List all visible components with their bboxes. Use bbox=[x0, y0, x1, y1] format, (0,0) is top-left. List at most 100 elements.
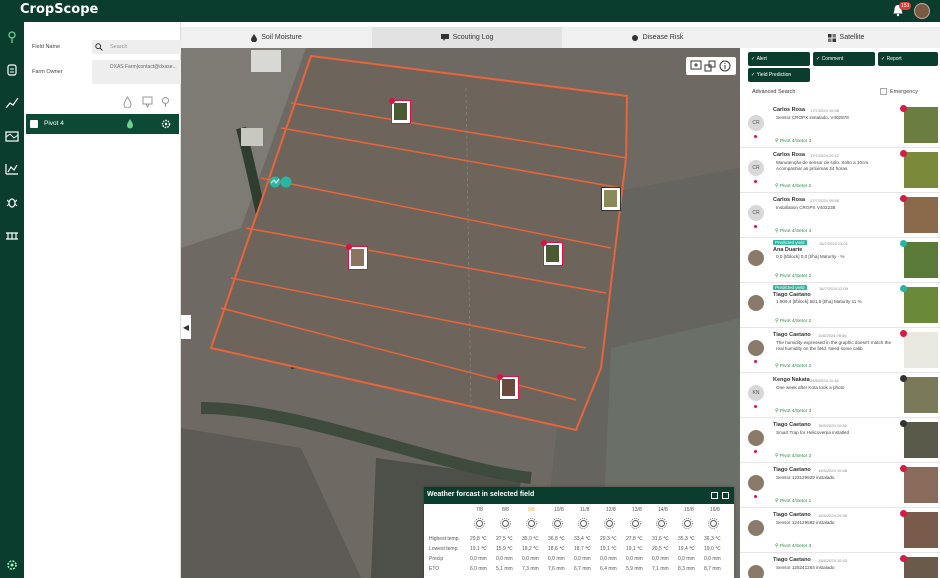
location-link[interactable]: ⚲ Pivot 4/Setor 2 bbox=[775, 364, 811, 369]
advanced-search-toggle[interactable]: Advanced Search bbox=[752, 89, 795, 95]
feed-text: Sensor 124129592 instalado bbox=[776, 520, 835, 525]
feed-item[interactable]: CR Carlos Rosa 17/7/2024 09:56 Installation… bbox=[740, 193, 940, 238]
feed-item[interactable]: Tiago Caetano 15/4/2024 10:33 Sensor 12524… bbox=[740, 553, 940, 578]
forecast-day: 12/8 bbox=[606, 507, 616, 513]
scouting-photo-pin[interactable] bbox=[541, 240, 563, 266]
layers-icon[interactable] bbox=[704, 60, 716, 72]
water-drop-icon bbox=[251, 33, 258, 42]
tab-disease-risk[interactable]: Disease Risk bbox=[562, 27, 752, 48]
location-link[interactable]: ⚲ Pivot 4/Setor 3 bbox=[775, 409, 811, 414]
photo-thumbnail[interactable] bbox=[904, 107, 938, 143]
author-name: Tiago Caetano bbox=[773, 292, 811, 298]
photo-thumbnail[interactable] bbox=[904, 332, 938, 368]
map-layer-icon[interactable] bbox=[4, 128, 20, 144]
weather-value: 0,0 mm bbox=[652, 556, 669, 562]
timestamp: 15/4/2024 10:35 bbox=[818, 513, 847, 518]
farm-owner-label: Farm Owner bbox=[32, 69, 63, 75]
location-link[interactable]: ⚲ Pivot 4/Setor 2 bbox=[775, 274, 811, 279]
location-tool-icon[interactable] bbox=[161, 96, 170, 108]
tab-satellite[interactable]: Satellite bbox=[752, 27, 940, 48]
filter-alert-chip[interactable]: ✓ Alert bbox=[748, 52, 810, 66]
photo-thumbnail[interactable] bbox=[904, 557, 938, 578]
pivot-settings-icon[interactable] bbox=[161, 119, 171, 129]
comment-tool-icon[interactable] bbox=[142, 96, 153, 108]
feed-item[interactable]: Tiago Caetano 15/5/2024 10:32 Smart Trap f… bbox=[740, 418, 940, 463]
author-name: Kengo Nakata bbox=[773, 377, 810, 383]
add-comment-icon[interactable] bbox=[690, 60, 702, 72]
chart-icon[interactable] bbox=[4, 161, 20, 177]
sun-icon bbox=[526, 518, 537, 529]
photo-thumbnail[interactable] bbox=[904, 197, 938, 233]
user-photo-avatar bbox=[748, 430, 764, 446]
water-drop-tool-icon[interactable] bbox=[123, 96, 132, 108]
weather-value: 18,2 ℃ bbox=[522, 546, 539, 552]
location-label: Pivot 4/Setor 2 bbox=[779, 184, 812, 189]
photo-thumbnail[interactable] bbox=[904, 152, 938, 188]
weather-value: 0,0 mm bbox=[678, 556, 695, 562]
sensor-icon[interactable] bbox=[4, 62, 20, 78]
scouting-photo-pin[interactable] bbox=[346, 244, 368, 270]
weather-value: 6,7 mm bbox=[574, 566, 591, 572]
forecast-day: 15/8 bbox=[684, 507, 694, 513]
top-bar: CropScope 153 bbox=[0, 0, 940, 22]
pivot-list-item[interactable]: Pivot 4 bbox=[26, 114, 179, 134]
feed-item[interactable]: KN Kengo Nakata 24/5/2024 11:16 One week af… bbox=[740, 373, 940, 418]
weather-value: 0,0 mm bbox=[522, 556, 539, 562]
feed-item[interactable]: Tiago Caetano 11/6/2024 09:56 The humidity… bbox=[740, 328, 940, 373]
pivot-checkbox[interactable] bbox=[30, 120, 38, 128]
photo-thumbnail[interactable] bbox=[904, 287, 938, 323]
location-link[interactable]: ⚲ Pivot 4/Setor 4 bbox=[775, 229, 811, 234]
field-pin-icon[interactable] bbox=[4, 29, 20, 45]
weather-row-label: Highest temp. bbox=[429, 536, 460, 542]
scouting-photo-pin[interactable] bbox=[601, 187, 621, 211]
weather-value: 0,0 mm bbox=[600, 556, 617, 562]
collapse-panel-button[interactable]: ◀ bbox=[181, 315, 191, 339]
filter-report-chip[interactable]: ✓ Report bbox=[878, 52, 938, 66]
scouting-photo-pin[interactable] bbox=[497, 374, 519, 400]
settings-gear-icon[interactable] bbox=[4, 557, 20, 573]
location-link[interactable]: ⚲ Pivot 4/Setor 3 bbox=[775, 139, 811, 144]
weather-value: 19,1 ℃ bbox=[600, 546, 617, 552]
emergency-checkbox[interactable] bbox=[880, 88, 887, 95]
sensor-trend-icon[interactable] bbox=[269, 176, 293, 188]
feed-item[interactable]: Tiago Caetano 15/4/2024 10:48 Sensor 12312… bbox=[740, 463, 940, 508]
timestamp: 11/6/2024 09:56 bbox=[818, 333, 847, 338]
feed-item[interactable]: Predicted yield Tiago Caetano 16/7/2024 12… bbox=[740, 283, 940, 328]
scouting-photo-pin[interactable] bbox=[389, 98, 411, 124]
weather-value: 31,6 ℃ bbox=[652, 536, 669, 542]
author-name: Tiago Caetano bbox=[773, 422, 811, 428]
close-icon[interactable] bbox=[722, 492, 729, 499]
location-link[interactable]: ⚲ Pivot 4/Setor 1 bbox=[775, 499, 811, 504]
location-link[interactable]: ⚲ Pivot 4/Setor 2 bbox=[775, 319, 811, 324]
filter-yield-prediction-chip[interactable]: ✓ Yield Prediction bbox=[748, 68, 810, 82]
forecast-day: 16/8 bbox=[710, 507, 720, 513]
weather-value: 6,4 mm bbox=[600, 566, 617, 572]
tab-scouting-log[interactable]: Scouting Log bbox=[372, 27, 562, 48]
author-name: Carlos Rosa bbox=[773, 197, 806, 203]
tab-soil-moisture[interactable]: Soil Moisture bbox=[181, 27, 372, 48]
feed-item[interactable]: CR Carlos Rosa 17/7/2024 10:12 Manutenção d… bbox=[740, 148, 940, 193]
water-drop-icon[interactable] bbox=[126, 118, 134, 129]
bug-icon[interactable] bbox=[4, 194, 20, 210]
feed-item[interactable]: CR Carlos Rosa 17/7/2024 10:36 Sensor CROPX… bbox=[740, 103, 940, 148]
weather-value: 8,3 mm bbox=[678, 566, 695, 572]
minimize-icon[interactable] bbox=[711, 492, 718, 499]
weather-row-label: Lowest temp. bbox=[429, 546, 459, 552]
feed-text: One week after Kota took a photo bbox=[776, 385, 845, 390]
location-link[interactable]: ⚲ Pivot 4/Setor 3 bbox=[775, 544, 811, 549]
photo-thumbnail[interactable] bbox=[904, 242, 938, 278]
photo-thumbnail[interactable] bbox=[904, 377, 938, 413]
location-link[interactable]: ⚲ Pivot 4/Setor 2 bbox=[775, 184, 811, 189]
feed-item[interactable]: Predicted yield Ana Duarte 16/7/2024 13:01… bbox=[740, 238, 940, 283]
trend-icon[interactable] bbox=[4, 95, 20, 111]
feed-item[interactable]: Tiago Caetano 15/4/2024 10:35 Sensor 12412… bbox=[740, 508, 940, 553]
user-avatar[interactable] bbox=[914, 3, 930, 19]
photo-thumbnail[interactable] bbox=[904, 512, 938, 548]
irrigation-icon[interactable] bbox=[4, 227, 20, 243]
filter-comment-chip[interactable]: ✓ Comment bbox=[813, 52, 875, 66]
photo-thumbnail[interactable] bbox=[904, 467, 938, 503]
info-icon[interactable] bbox=[719, 60, 731, 72]
location-link[interactable]: ⚲ Pivot 4/Setor 2 bbox=[775, 454, 811, 459]
photo-thumbnail[interactable] bbox=[904, 422, 938, 458]
forecast-day: 11/8 bbox=[580, 507, 590, 513]
